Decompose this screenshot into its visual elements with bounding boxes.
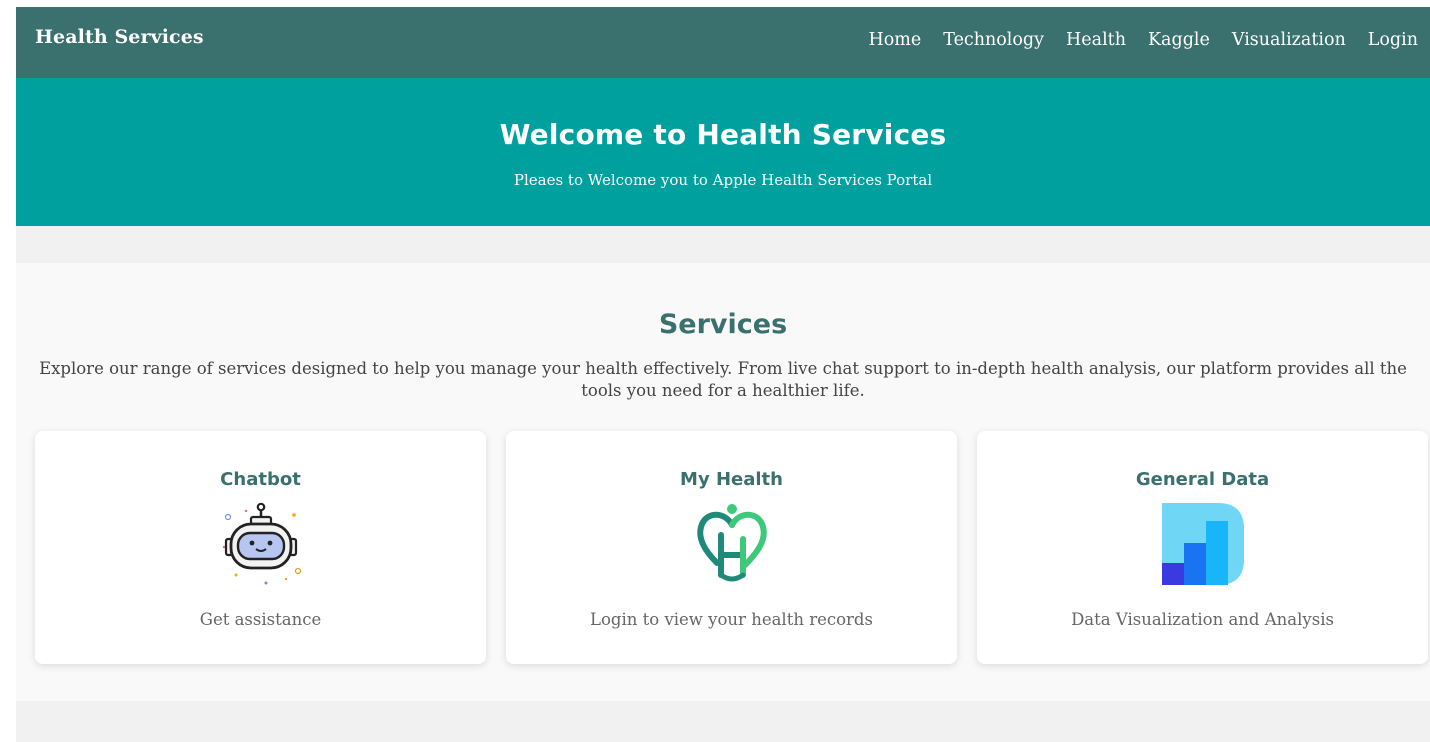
card-chatbot[interactable]: Chatbot Get assistance (35, 431, 486, 664)
card-description: Login to view your health records (590, 610, 873, 629)
navbar: Health Services Home Technology Health K… (16, 7, 1430, 78)
card-description: Data Visualization and Analysis (1071, 610, 1334, 629)
card-general-data[interactable]: General Data Data Visualization and Anal… (977, 431, 1428, 664)
service-cards: Chatbot Get assistance My Health Login t… (16, 431, 1430, 664)
nav-kaggle[interactable]: Kaggle (1148, 30, 1210, 50)
nav-login[interactable]: Login (1368, 30, 1418, 50)
hero-subtitle: Pleaes to Welcome you to Apple Health Se… (513, 171, 933, 189)
nav-visualization[interactable]: Visualization (1232, 30, 1346, 50)
services-section: Services Explore our range of services d… (16, 263, 1430, 701)
nav-menu: Home Technology Health Kaggle Visualizat… (847, 30, 1419, 50)
heart-h-icon (696, 504, 767, 582)
card-my-health[interactable]: My Health Login to view your health reco… (506, 431, 957, 664)
page-frame: Health Services Home Technology Health K… (16, 7, 1430, 742)
services-title: Services (658, 309, 788, 340)
nav-technology[interactable]: Technology (943, 30, 1044, 50)
nav-home[interactable]: Home (869, 30, 922, 50)
services-intro: Explore our range of services designed t… (39, 359, 1407, 400)
card-title: General Data (1135, 469, 1270, 490)
hero-banner: Welcome to Health Services Pleaes to Wel… (16, 78, 1430, 226)
hero-title: Welcome to Health Services (499, 118, 947, 151)
chatbot-robot-icon (222, 502, 301, 585)
card-title: My Health (680, 469, 783, 490)
section-spacer (16, 226, 1430, 263)
nav-health[interactable]: Health (1066, 30, 1126, 50)
brand-title[interactable]: Health Services (35, 26, 204, 48)
card-title: Chatbot (220, 469, 301, 490)
data-chart-icon (1161, 503, 1244, 585)
card-description: Get assistance (199, 610, 322, 629)
